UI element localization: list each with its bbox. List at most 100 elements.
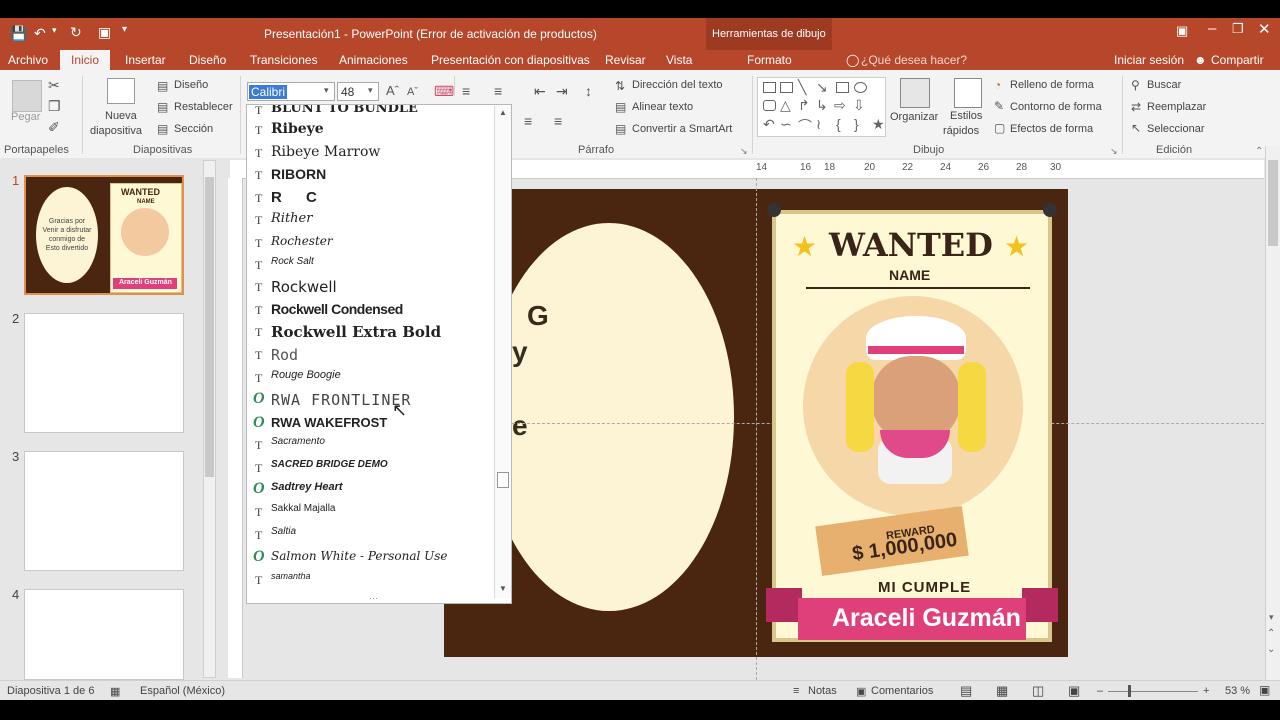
select-button[interactable]: Seleccionar	[1147, 123, 1204, 135]
freeform-shape-icon[interactable]: ↶	[763, 116, 775, 133]
new-slide-icon[interactable]	[107, 78, 135, 104]
grow-font-icon[interactable]: Aˆ	[386, 84, 399, 98]
font-item[interactable]: T SACRED BRIDGE DEMO	[247, 457, 495, 479]
maximize-icon[interactable]: ❐	[1232, 21, 1244, 37]
curve-shape-icon[interactable]: ≀	[816, 116, 821, 133]
font-item[interactable]: T Sakkal Majalla	[247, 501, 495, 523]
vertical-guide[interactable]	[756, 178, 757, 680]
font-item[interactable]: TR C	[247, 187, 495, 209]
clear-formatting-icon[interactable]: ⌨	[434, 84, 454, 98]
font-item[interactable]: O RWA FRONTLINER	[247, 389, 495, 411]
left-brace-shape-icon[interactable]: {	[836, 116, 841, 132]
triangle-shape-icon[interactable]: △	[780, 97, 791, 114]
tab-vista[interactable]: Vista	[666, 53, 692, 67]
arrange-button[interactable]: Organizar	[890, 111, 938, 123]
tab-transiciones[interactable]: Transiciones	[250, 53, 318, 67]
slide-thumbnail-2[interactable]	[24, 313, 184, 433]
arrange-icon[interactable]	[900, 78, 930, 108]
paste-button[interactable]: Pegar	[11, 111, 40, 123]
language-indicator[interactable]: Español (México)	[140, 685, 225, 697]
sign-in-link[interactable]: Iniciar sesión	[1114, 53, 1184, 67]
tab-archivo[interactable]: Archivo	[8, 53, 48, 67]
font-item[interactable]: T Ribeye	[247, 119, 495, 141]
tab-presentacion[interactable]: Presentación con diapositivas	[431, 53, 590, 67]
format-painter-icon[interactable]: ✐	[48, 120, 60, 134]
slide-scrollbar[interactable]: ▾ ⌃ ⌄	[1265, 146, 1280, 680]
font-item[interactable]: T Rock Salt	[247, 254, 495, 276]
font-item[interactable]: O RWA WAKEFROST	[247, 413, 495, 435]
zoom-slider-track[interactable]	[1108, 691, 1198, 692]
font-size-value[interactable]: 48	[341, 85, 354, 99]
smartart-button[interactable]: Convertir a SmartArt	[632, 123, 732, 135]
drawing-launcher-icon[interactable]: ↘	[1110, 146, 1118, 157]
zoom-out-icon[interactable]: –	[1097, 685, 1103, 697]
font-item[interactable]: T Rockwell Condensed	[247, 299, 495, 321]
font-name-dropdown-icon[interactable]: ▾	[324, 85, 329, 96]
bullets-icon[interactable]: ≡	[462, 84, 470, 98]
copy-icon[interactable]: ❐	[48, 99, 61, 113]
zoom-level[interactable]: 53 %	[1225, 685, 1250, 697]
right-arrow-shape-icon[interactable]: ⇨	[834, 97, 846, 114]
scribble-shape-icon[interactable]: ∽	[780, 116, 792, 133]
find-button[interactable]: Buscar	[1147, 79, 1181, 91]
zoom-in-icon[interactable]: +	[1203, 685, 1209, 697]
reading-view-icon[interactable]: ◫	[1032, 683, 1044, 699]
down-arrow-shape-icon[interactable]: ⇩	[853, 97, 865, 114]
slide-scroll-thumb[interactable]	[1268, 160, 1278, 246]
font-item[interactable]: O Salmon White - Personal Use	[247, 547, 495, 569]
tell-me-box[interactable]: ¿Qué desea hacer?	[861, 53, 967, 67]
collapse-ribbon-icon[interactable]: ⌃	[1255, 146, 1263, 157]
slide-thumbnail-3[interactable]	[24, 451, 184, 571]
close-icon[interactable]: ✕	[1258, 20, 1271, 38]
previous-slide-icon[interactable]: ⌃	[1267, 628, 1275, 639]
minimize-icon[interactable]: –	[1208, 20, 1216, 37]
font-item[interactable]: T Rockwell Extra Bold	[247, 321, 495, 343]
font-list-scroll-thumb[interactable]	[497, 472, 509, 488]
elbow-connector-shape-icon[interactable]: ↱	[798, 97, 810, 114]
shrink-font-icon[interactable]: Aˇ	[407, 85, 418, 99]
font-item[interactable]: T Rochester	[247, 232, 495, 254]
notes-button[interactable]: Notas	[808, 685, 837, 697]
customize-quick-access-icon[interactable]: ▾	[122, 24, 127, 35]
tab-insertar[interactable]: Insertar	[125, 53, 166, 67]
redo-icon[interactable]: ↻	[70, 24, 82, 41]
arrow-line-shape-icon[interactable]: ↘	[816, 79, 828, 96]
font-name-box[interactable]: Calibri ▾	[247, 82, 335, 101]
font-item[interactable]: T RIBORN	[247, 164, 495, 186]
spellcheck-icon[interactable]: ▦	[110, 685, 120, 698]
shape-effects-button[interactable]: Efectos de forma	[1010, 123, 1093, 135]
rectangle-shape-icon[interactable]	[836, 82, 849, 93]
arc-shape-icon[interactable]: ⌒	[798, 116, 812, 136]
text-box-shape-icon[interactable]	[763, 82, 776, 93]
font-item[interactable]: Tsamantha	[247, 569, 495, 591]
font-dropdown-list[interactable]: T BLUNT TO BUNDLE T Ribeye T Ribeye Marrow …	[246, 104, 512, 604]
new-slide-label-2[interactable]: diapositiva	[90, 125, 142, 137]
slide-sorter-icon[interactable]: ▦	[996, 683, 1008, 699]
scroll-down-icon[interactable]: ▾	[1269, 612, 1274, 623]
normal-view-icon[interactable]: ▤	[960, 683, 972, 699]
shape-outline-button[interactable]: Contorno de forma	[1010, 101, 1102, 113]
thumbnails-scroll-thumb[interactable]	[205, 177, 214, 477]
slideshow-icon[interactable]: ▣	[1068, 683, 1080, 699]
paragraph-launcher-icon[interactable]: ↘	[740, 146, 748, 157]
font-item[interactable]: T Rouge Boogie	[247, 367, 495, 389]
quick-styles-label-1[interactable]: Estilos	[950, 110, 982, 122]
font-list-scrollbar[interactable]: ▲ ▼	[494, 106, 511, 598]
line-shape-icon[interactable]: ╲	[798, 79, 806, 96]
undo-icon[interactable]: ↶	[34, 25, 46, 42]
undo-dropdown-icon[interactable]: ▾	[52, 25, 57, 36]
slide-thumbnail-4[interactable]	[24, 589, 184, 680]
font-item[interactable]: O Sadtrey Heart	[247, 479, 495, 501]
thumbnails-scrollbar[interactable]	[203, 160, 216, 678]
scroll-down-icon[interactable]: ▼	[499, 584, 507, 593]
decrease-indent-icon[interactable]: ⇤	[534, 84, 546, 98]
ribbon-display-options-icon[interactable]: ▣	[1176, 23, 1188, 39]
font-item[interactable]: T Rither	[247, 209, 495, 231]
layout-button[interactable]: Diseño	[174, 79, 208, 91]
clipboard-icon[interactable]	[12, 80, 42, 112]
replace-button[interactable]: Reemplazar	[1147, 101, 1206, 113]
cut-icon[interactable]: ✂	[48, 78, 60, 92]
star-shape-icon[interactable]: ★	[872, 116, 885, 133]
new-slide-label-1[interactable]: Nueva	[105, 110, 137, 122]
tab-diseno[interactable]: Diseño	[189, 53, 226, 67]
